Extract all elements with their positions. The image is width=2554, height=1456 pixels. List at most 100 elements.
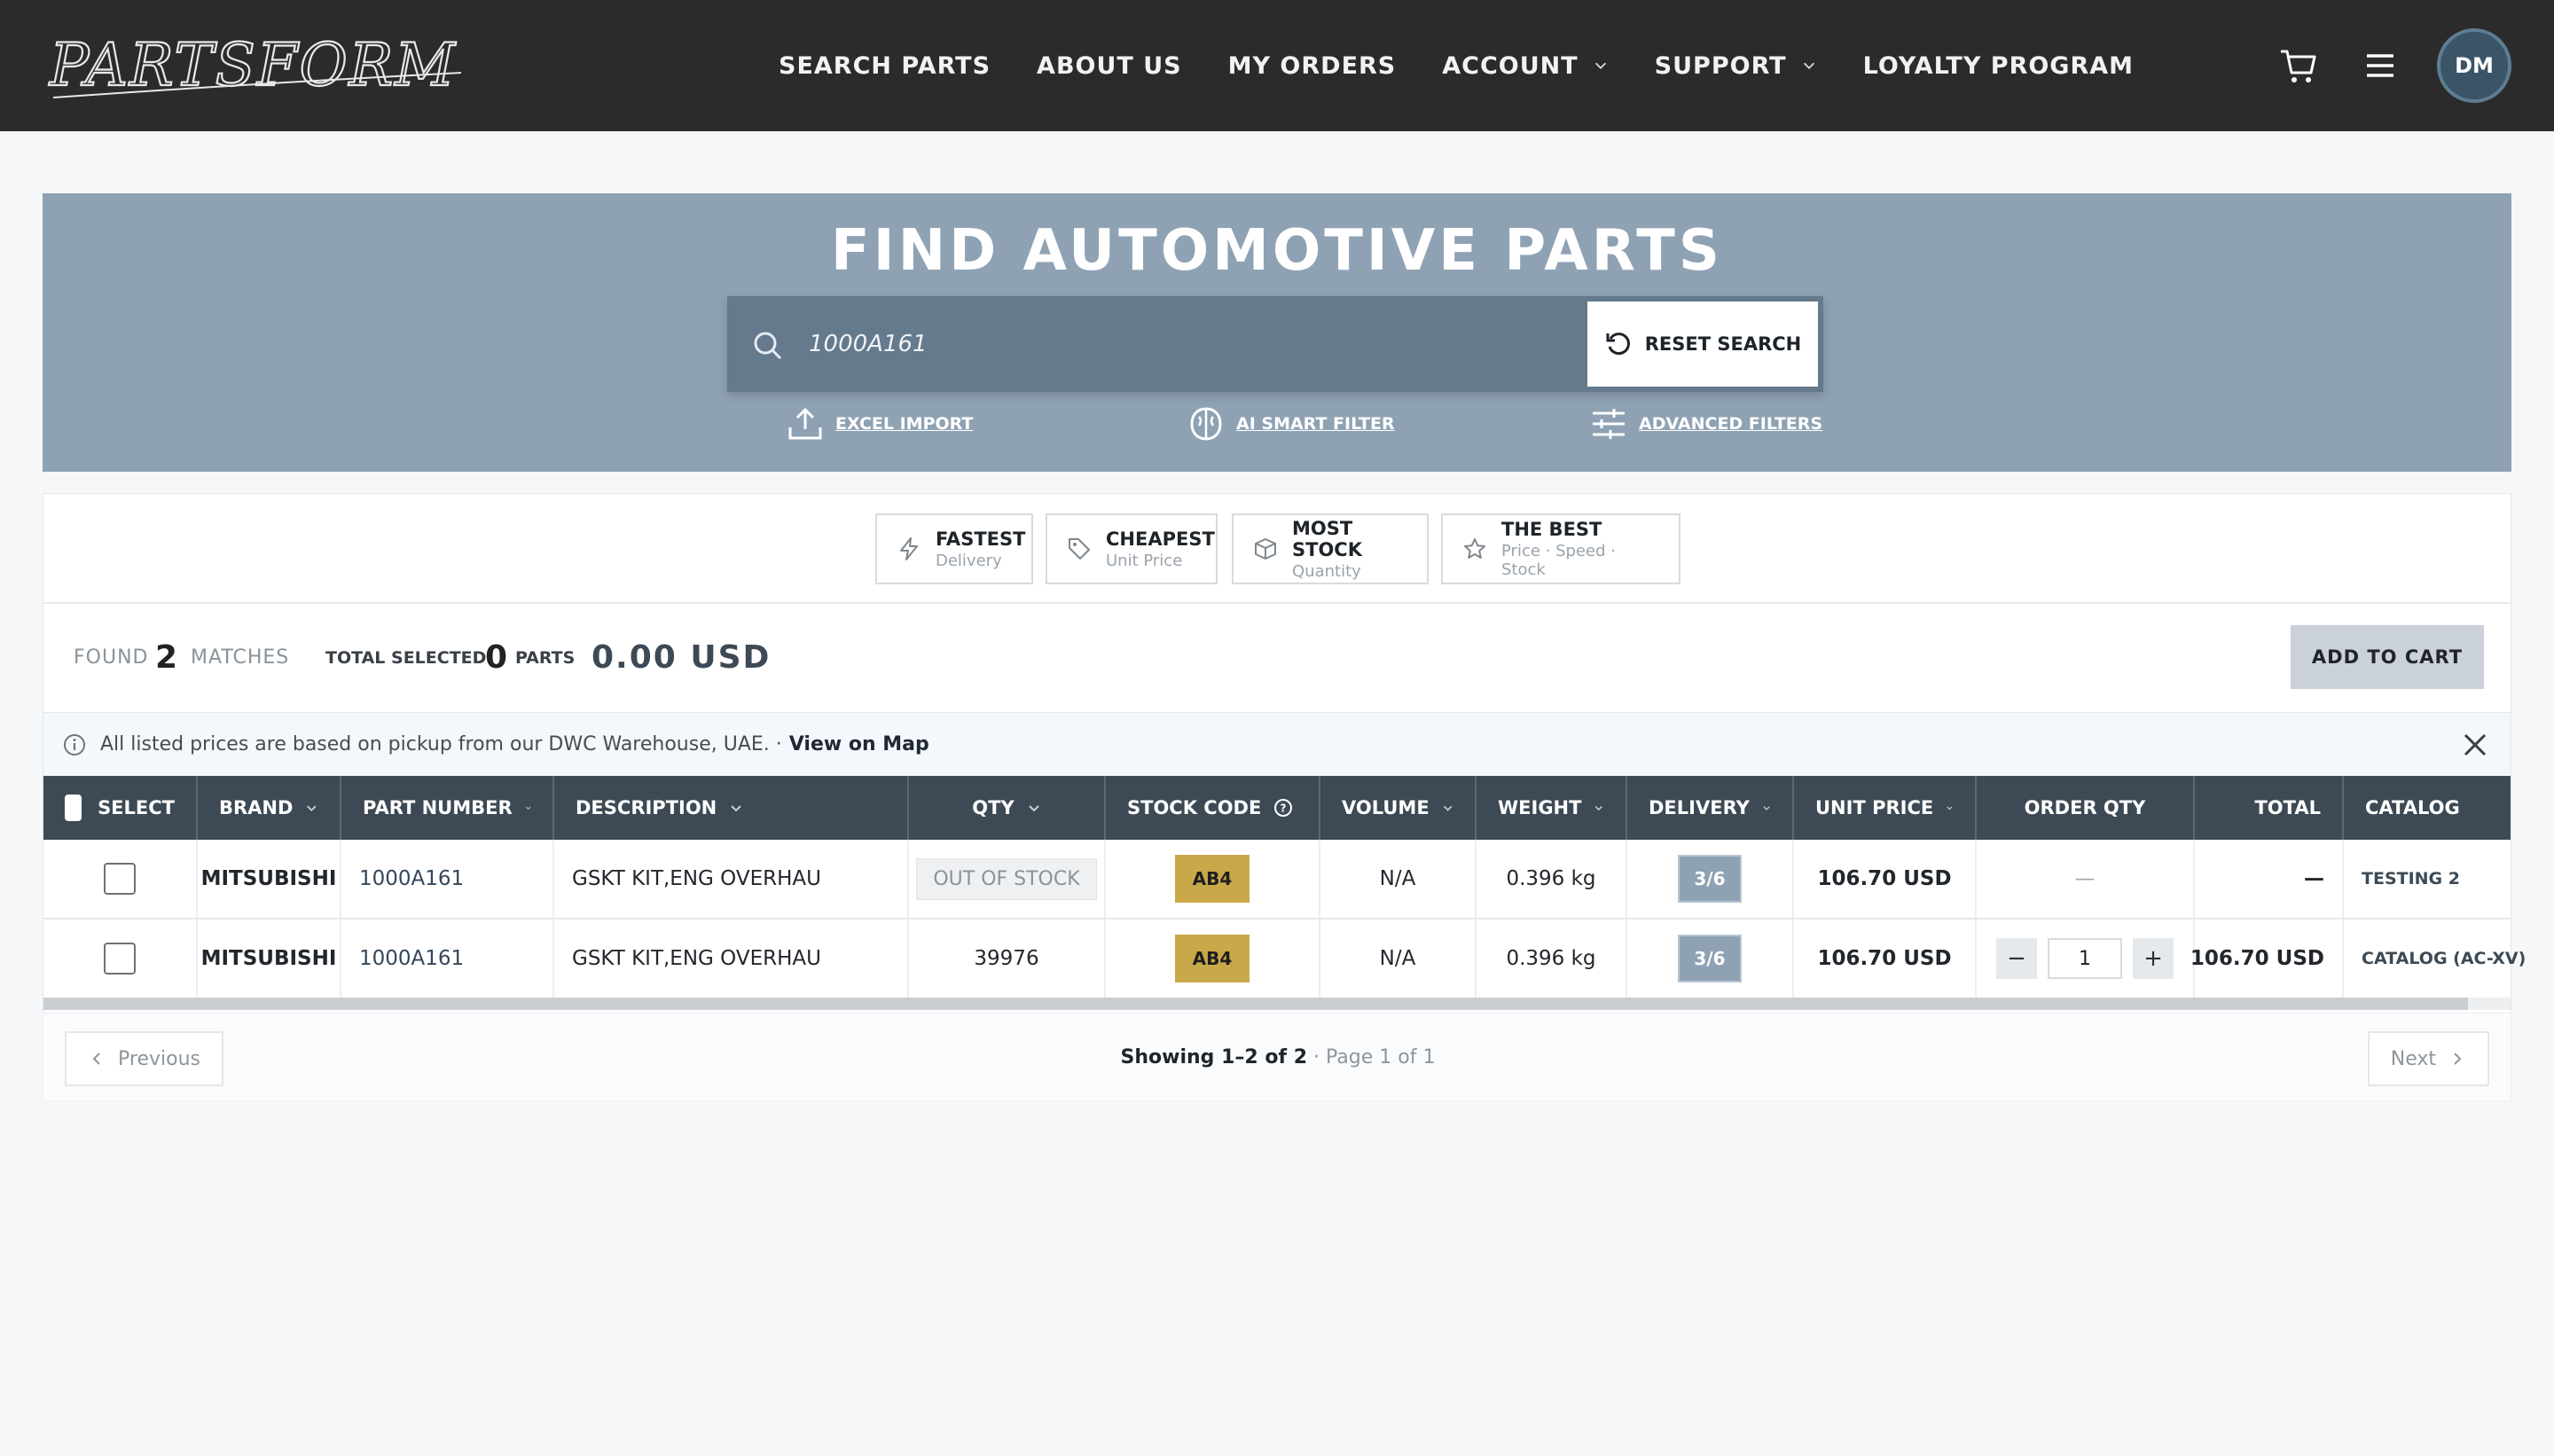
- nav-about-us[interactable]: ABOUT US: [1037, 52, 1182, 80]
- selected-count: 0: [485, 639, 508, 676]
- col-order-qty: ORDER QTY: [1977, 776, 2195, 840]
- order-qty-stepper: − +: [1977, 920, 2195, 998]
- pagination: Previous Showing 1–2 of 2 · Page 1 of 1 …: [43, 1013, 2511, 1101]
- chevron-right-icon: [2454, 1053, 2462, 1065]
- horizontal-scrollbar[interactable]: [43, 998, 2511, 1010]
- description-cell: GSKT KIT,ENG OVERHAU: [554, 920, 909, 998]
- volume-cell: N/A: [1320, 840, 1477, 918]
- delivery-badge: 3/6: [1678, 935, 1742, 982]
- search-box: RESET SEARCH: [727, 296, 1823, 392]
- results-panel: FASTEST Delivery CHEAPEST Unit Price MOST …: [43, 493, 2527, 1101]
- view-on-map-link[interactable]: View on Map: [789, 733, 929, 755]
- tag-icon: [1069, 538, 1090, 560]
- col-unit-price[interactable]: UNIT PRICE: [1794, 776, 1977, 840]
- sort-cheapest-button[interactable]: CHEAPEST Unit Price: [1046, 513, 1218, 584]
- page-info: Showing 1–2 of 2 · Page 1 of 1: [1120, 1046, 1436, 1069]
- unit-price-cell: 106.70 USD: [1794, 840, 1977, 918]
- stock-code-badge: AB4: [1175, 935, 1250, 982]
- reset-search-button[interactable]: RESET SEARCH: [1587, 301, 1818, 387]
- part-number-cell[interactable]: 1000A161: [341, 840, 554, 918]
- upload-icon: [788, 407, 822, 440]
- advanced-filters-link[interactable]: ADVANCED FILTERS: [1589, 404, 1822, 443]
- sort-most-stock-button[interactable]: MOST STOCK Quantity: [1232, 513, 1429, 584]
- found-label: FOUND: [74, 646, 149, 669]
- delivery-badge: 3/6: [1678, 855, 1742, 903]
- excel-import-link[interactable]: EXCEL IMPORT: [786, 404, 973, 443]
- parts-label: PARTS: [515, 648, 576, 668]
- sort-the-best-button[interactable]: THE BEST Price · Speed · Stock: [1441, 513, 1680, 584]
- col-catalog: CATALOG: [2365, 797, 2460, 818]
- search-input[interactable]: [809, 319, 1483, 369]
- sort-fastest-button[interactable]: FASTEST Delivery: [875, 513, 1033, 584]
- weight-cell: 0.396 kg: [1477, 920, 1627, 998]
- decrease-qty-button[interactable]: −: [1996, 938, 2037, 979]
- col-part-number[interactable]: PART NUMBER: [341, 776, 554, 840]
- col-qty[interactable]: QTY: [909, 776, 1106, 840]
- sort-chevron-icon: [1595, 806, 1603, 811]
- part-number-cell[interactable]: 1000A161: [341, 920, 554, 998]
- sort-chevron-icon: [525, 806, 530, 810]
- sort-chevron-icon: [1947, 806, 1953, 810]
- chevron-down-icon: [1594, 62, 1606, 69]
- col-weight[interactable]: WEIGHT: [1477, 776, 1627, 840]
- col-brand[interactable]: BRAND: [198, 776, 341, 840]
- order-qty-input[interactable]: [2048, 938, 2122, 979]
- sort-chevron-icon: [1763, 806, 1770, 810]
- nav-my-orders[interactable]: MY ORDERS: [1228, 52, 1397, 80]
- out-of-stock-badge: OUT OF STOCK: [916, 857, 1097, 900]
- scrollbar-thumb[interactable]: [43, 998, 2468, 1010]
- col-delivery[interactable]: DELIVERY: [1627, 776, 1794, 840]
- hamburger-menu-icon: [2367, 54, 2393, 77]
- col-volume[interactable]: VOLUME: [1320, 776, 1477, 840]
- table-row: MITSUBISHI 1000A161 GSKT KIT,ENG OVERHAU…: [43, 920, 2527, 999]
- total-cell: —: [2195, 840, 2344, 918]
- total-selected-label: TOTAL SELECTED: [325, 648, 487, 668]
- col-select: SELECT: [43, 776, 198, 840]
- user-avatar[interactable]: DM: [2437, 28, 2511, 103]
- row-select-checkbox[interactable]: [104, 863, 136, 895]
- cart-icon: [2281, 50, 2316, 82]
- sort-chevron-icon: [307, 805, 317, 812]
- nav-account[interactable]: ACCOUNT: [1442, 52, 1608, 80]
- volume-cell: N/A: [1320, 920, 1477, 998]
- add-to-cart-button[interactable]: ADD TO CART: [2291, 625, 2484, 689]
- svg-text:PARTSFORM: PARTSFORM: [49, 31, 457, 99]
- description-cell: GSKT KIT,ENG OVERHAU: [554, 840, 909, 918]
- sort-chevron-icon: [731, 805, 741, 812]
- help-icon[interactable]: ?: [1273, 798, 1293, 818]
- search-icon: [754, 332, 782, 360]
- row-select-checkbox[interactable]: [104, 943, 136, 975]
- results-table: SELECT BRAND PART NUMBER DESCRIPTION QTY…: [43, 776, 2527, 999]
- brain-icon: [1190, 407, 1222, 441]
- menu-button[interactable]: [2355, 41, 2405, 90]
- next-page-button[interactable]: Next: [2367, 1031, 2489, 1086]
- top-navbar: PARTSFORM SEARCH PARTS ABOUT US MY ORDER…: [0, 0, 2554, 131]
- brand-cell: MITSUBISHI: [198, 840, 341, 918]
- brand-cell: MITSUBISHI: [198, 920, 341, 998]
- col-stock-code: STOCK CODE ?: [1106, 776, 1320, 840]
- box-icon: [1255, 538, 1276, 560]
- col-description[interactable]: DESCRIPTION: [554, 776, 909, 840]
- nav-support[interactable]: SUPPORT: [1655, 52, 1817, 80]
- sort-chevron-icon: [1443, 805, 1453, 811]
- ai-smart-filter-link[interactable]: AI SMART FILTER: [1187, 404, 1395, 443]
- select-all-checkbox[interactable]: [65, 795, 82, 821]
- nav-loyalty-program[interactable]: LOYALTY PROGRAM: [1863, 52, 2134, 80]
- total-cell: 106.70 USD: [2190, 920, 2344, 998]
- info-text: All listed prices are based on pickup fr…: [100, 733, 782, 755]
- catalog-cell: CATALOG (AC-XV): [2362, 949, 2527, 968]
- results-summary: FOUND 2 MATCHES TOTAL SELECTED 0 PARTS 0…: [43, 604, 2511, 712]
- nav-search-parts[interactable]: SEARCH PARTS: [779, 52, 991, 80]
- weight-cell: 0.396 kg: [1477, 840, 1627, 918]
- lightning-icon: [900, 537, 918, 560]
- increase-qty-button[interactable]: +: [2133, 938, 2174, 979]
- total-value: 0.00 USD: [591, 639, 772, 676]
- cart-button[interactable]: [2274, 41, 2323, 90]
- order-qty-cell: —: [1977, 840, 2195, 918]
- close-info-button[interactable]: [2456, 725, 2495, 764]
- chevron-down-icon: [1803, 62, 1814, 69]
- table-header: SELECT BRAND PART NUMBER DESCRIPTION QTY…: [43, 776, 2511, 840]
- star-icon: [1464, 538, 1485, 559]
- partsform-logo[interactable]: PARTSFORM: [44, 21, 470, 106]
- sort-options: FASTEST Delivery CHEAPEST Unit Price MOST …: [43, 494, 2511, 604]
